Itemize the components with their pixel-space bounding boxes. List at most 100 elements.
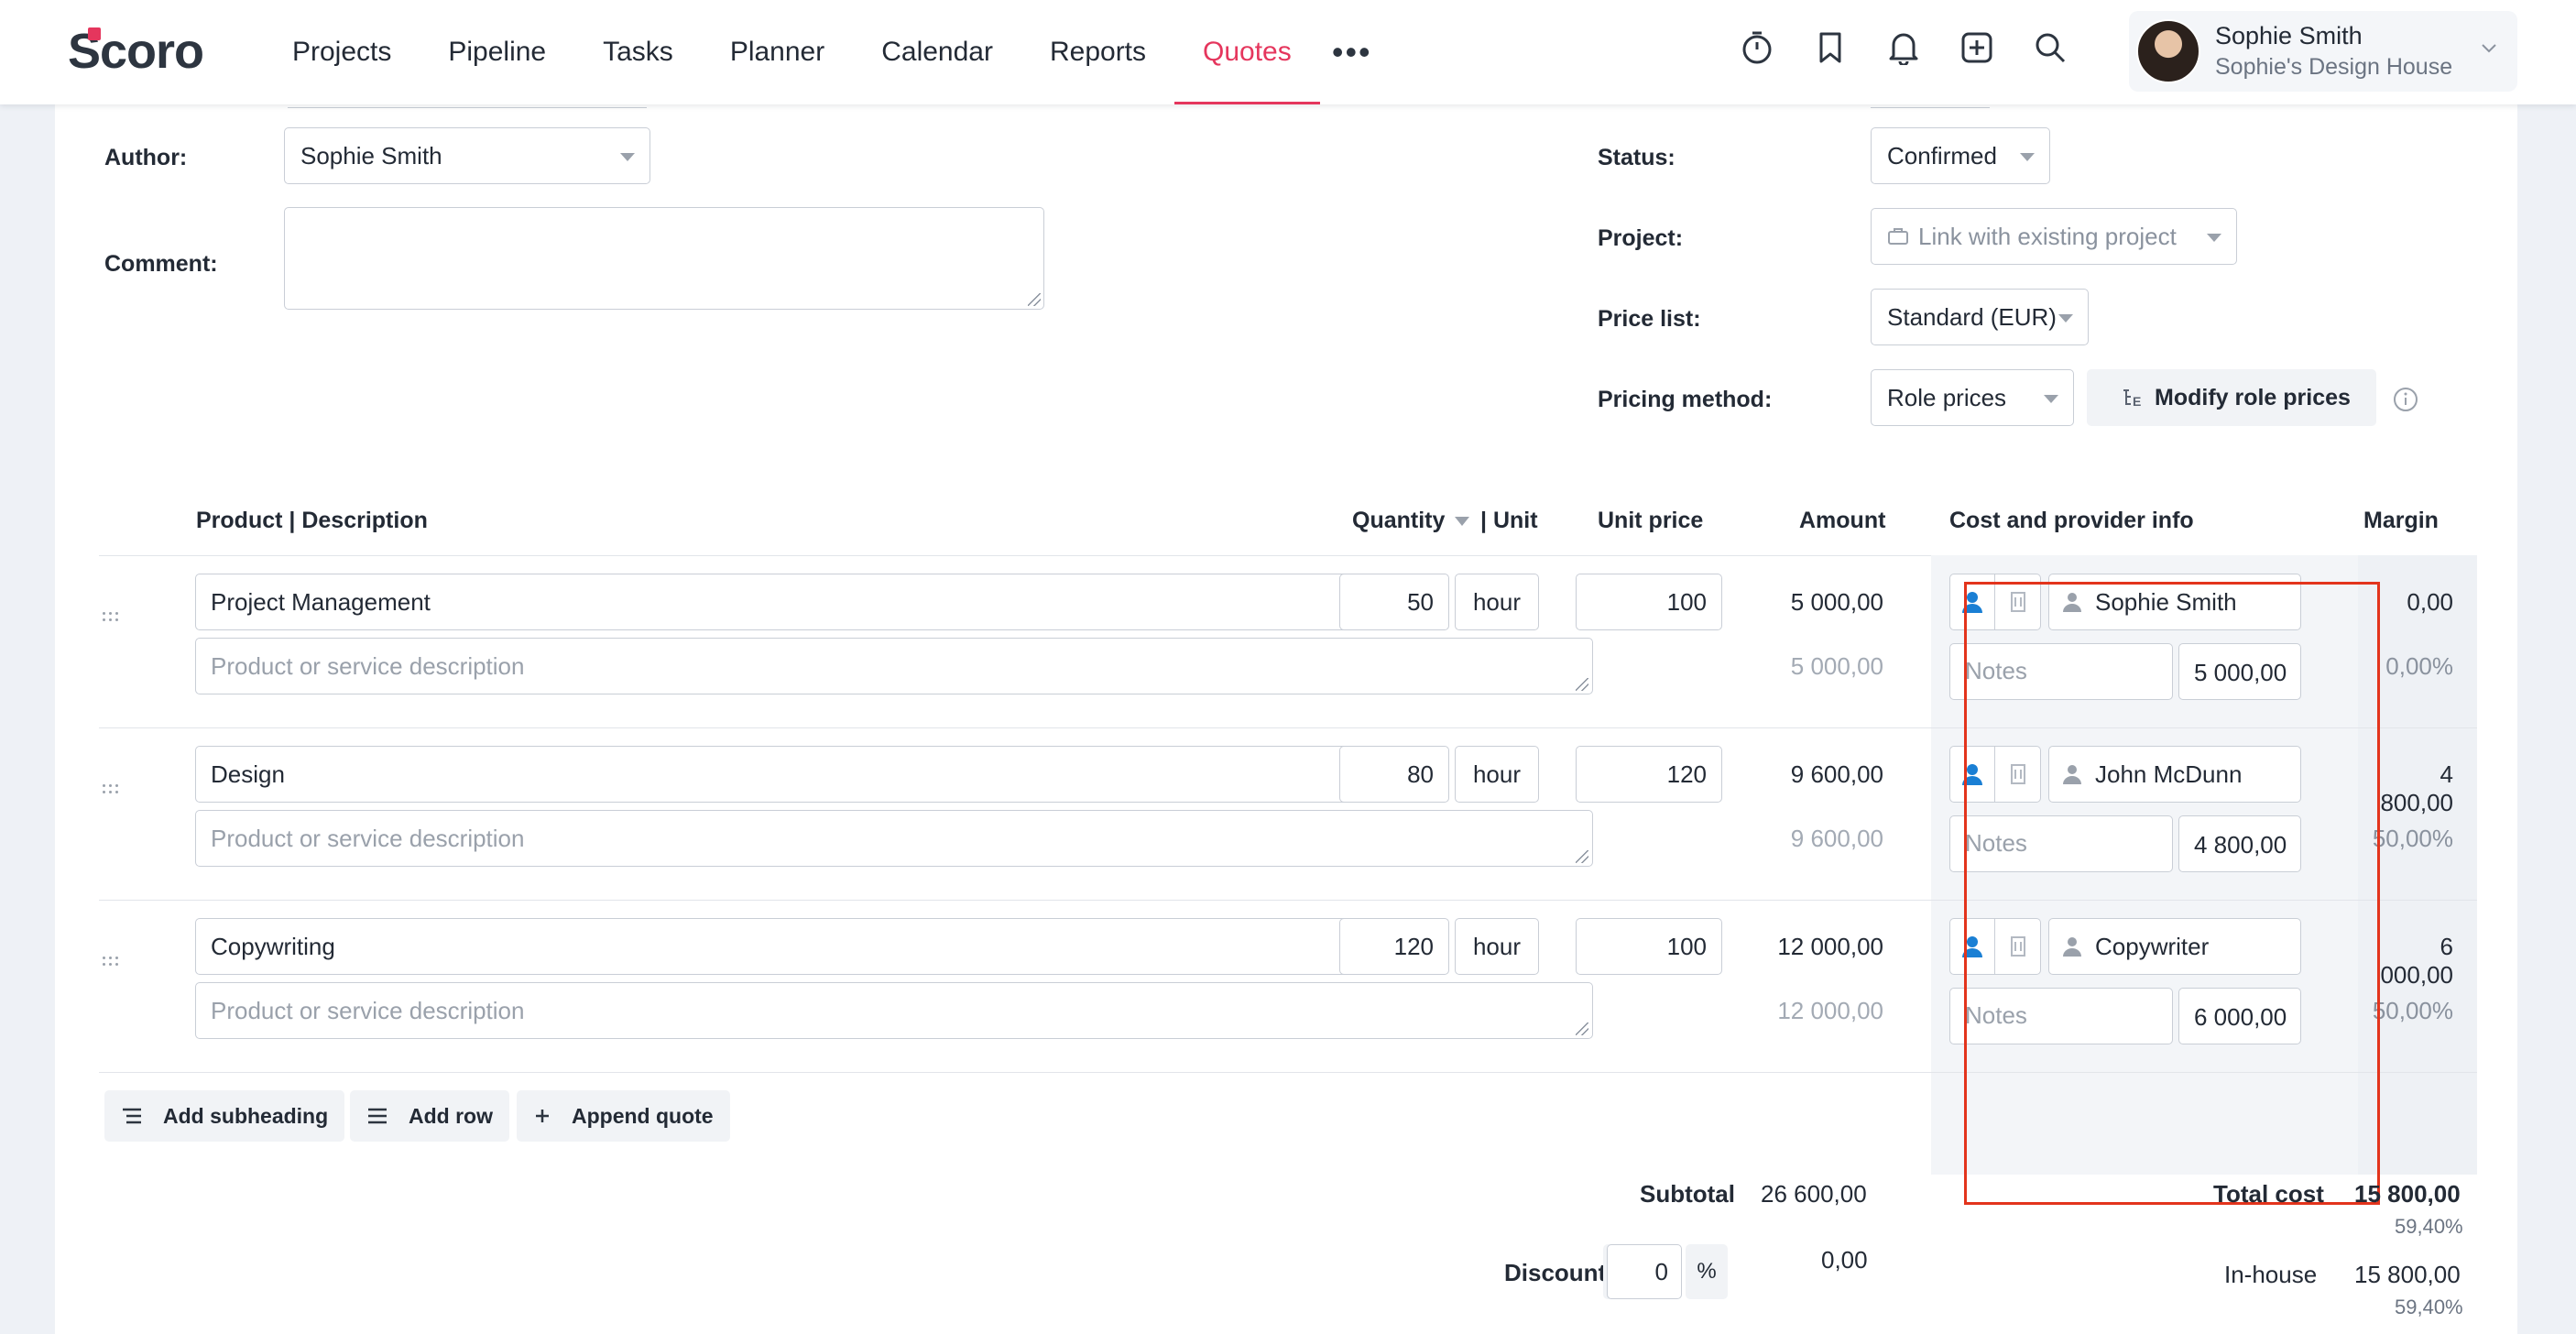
product-input[interactable]: Design <box>195 746 1388 803</box>
timer-icon[interactable] <box>1737 27 1777 68</box>
project-label: Project: <box>1598 225 1684 251</box>
append-quote-button[interactable]: Append quote <box>517 1090 730 1142</box>
project-placeholder: Link with existing project <box>1918 222 2177 250</box>
drag-handle-icon[interactable] <box>103 957 121 969</box>
discount-input[interactable]: 0 <box>1607 1244 1682 1299</box>
caret-down-icon <box>620 153 635 161</box>
scoro-logo[interactable]: Scoro <box>68 24 204 79</box>
quantity-input[interactable]: 120 <box>1339 918 1449 975</box>
provider-input[interactable]: John McDunn <box>2048 746 2301 803</box>
divider <box>99 555 1931 556</box>
nav-quotes[interactable]: Quotes <box>1174 0 1320 104</box>
unit-price-input[interactable]: 120 <box>1576 746 1722 803</box>
caret-down-icon <box>2058 314 2073 323</box>
notes-input[interactable]: Notes <box>1949 815 2173 872</box>
subtotal-value: 26 600,00 <box>1761 1180 1867 1208</box>
bookmark-icon[interactable] <box>1810 27 1850 68</box>
drag-handle-icon[interactable] <box>103 784 121 797</box>
company-provider-icon[interactable] <box>1995 746 2041 803</box>
quote-card: Author: Sophie Smith Comment: Status: Co… <box>55 104 2517 1334</box>
company-provider-icon[interactable] <box>1995 918 2041 975</box>
search-icon[interactable] <box>2030 27 2070 68</box>
top-navigation-bar: Scoro Projects Pipeline Tasks Planner Ca… <box>0 0 2576 104</box>
amount-value: 9 600,00 <box>1790 760 1883 788</box>
total-cost-percent: 59,40% <box>2395 1215 2463 1238</box>
unit-input[interactable]: hour <box>1455 574 1539 630</box>
pricing-method-label: Pricing method: <box>1598 387 1773 412</box>
add-subheading-button[interactable]: Add subheading <box>104 1090 345 1142</box>
amount-sub-value: 9 600,00 <box>1790 825 1883 852</box>
quantity-input[interactable]: 50 <box>1339 574 1449 630</box>
unit-price-input[interactable]: 100 <box>1576 574 1722 630</box>
status-select[interactable]: Confirmed <box>1871 127 2050 184</box>
project-select[interactable]: Link with existing project <box>1871 208 2237 265</box>
description-input[interactable]: Product or service description <box>195 638 1593 694</box>
cost-input[interactable]: 4 800,00 <box>2178 815 2301 872</box>
info-icon[interactable] <box>2393 387 2418 412</box>
user-menu[interactable]: Sophie Smith Sophie's Design House <box>2129 11 2517 92</box>
modify-role-prices-button[interactable]: E Modify role prices <box>2087 369 2376 426</box>
bell-icon[interactable] <box>1883 27 1924 68</box>
author-label: Author: <box>104 145 188 170</box>
add-icon[interactable] <box>1957 27 1997 68</box>
author-select[interactable]: Sophie Smith <box>284 127 650 184</box>
provider-input[interactable]: Sophie Smith <box>2048 574 2301 630</box>
caret-down-icon <box>2044 395 2058 403</box>
margin-percent: 50,00% <box>2372 825 2453 852</box>
plus-icon <box>533 1107 551 1125</box>
product-input[interactable]: Copywriting <box>195 918 1388 975</box>
product-input[interactable]: Project Management <box>195 574 1388 630</box>
col-quantity[interactable]: Quantity <box>1352 508 1445 534</box>
resize-grip-icon[interactable] <box>1576 1022 1588 1035</box>
sort-caret-icon[interactable] <box>1455 517 1469 526</box>
person-role-icon[interactable] <box>1949 574 1995 630</box>
nav-planner[interactable]: Planner <box>702 0 853 104</box>
nav-pipeline[interactable]: Pipeline <box>420 0 574 104</box>
col-unit: | Unit <box>1480 508 1538 533</box>
notes-input[interactable]: Notes <box>1949 643 2173 700</box>
margin-percent: 50,00% <box>2372 997 2453 1024</box>
user-icon <box>2062 935 2082 957</box>
unit-input[interactable]: hour <box>1455 918 1539 975</box>
add-row-label: Add row <box>409 1103 493 1128</box>
discount-unit-toggle[interactable]: % <box>1686 1244 1728 1299</box>
resize-grip-icon[interactable] <box>1576 850 1588 863</box>
comment-label: Comment: <box>104 251 218 277</box>
col-unit-price: Unit price <box>1598 508 1704 533</box>
comment-textarea[interactable] <box>284 207 1044 310</box>
person-role-icon[interactable] <box>1949 918 1995 975</box>
cost-input[interactable]: 6 000,00 <box>2178 988 2301 1044</box>
subtotal-label: Subtotal <box>1640 1180 1735 1208</box>
provider-input[interactable]: Copywriter <box>2048 918 2301 975</box>
add-row-button[interactable]: Add row <box>350 1090 509 1142</box>
unit-price-input[interactable]: 100 <box>1576 918 1722 975</box>
unit-input[interactable]: hour <box>1455 746 1539 803</box>
subheading-icon <box>121 1107 143 1125</box>
user-icon <box>2062 763 2082 785</box>
drag-handle-icon[interactable] <box>103 612 121 625</box>
nav-projects[interactable]: Projects <box>264 0 420 104</box>
discount-amount: 0,00 <box>1821 1246 1868 1274</box>
total-cost-label: Total cost <box>2213 1180 2324 1208</box>
description-input[interactable]: Product or service description <box>195 810 1593 867</box>
nav-reports[interactable]: Reports <box>1021 0 1174 104</box>
cost-input[interactable]: 5 000,00 <box>2178 643 2301 700</box>
resize-grip-icon[interactable] <box>1576 678 1588 691</box>
pricing-method-value: Role prices <box>1887 383 2007 411</box>
margin-percent: 0,00% <box>2385 652 2453 680</box>
nav-more-button[interactable]: ••• <box>1320 0 1384 104</box>
resize-grip-icon[interactable] <box>1028 293 1041 306</box>
rows-icon <box>366 1107 388 1125</box>
description-input[interactable]: Product or service description <box>195 982 1593 1039</box>
pricelist-select[interactable]: Standard (EUR) <box>1871 289 2089 345</box>
margin-value: 6 000,00 <box>2380 933 2453 989</box>
company-provider-icon[interactable] <box>1995 574 2041 630</box>
nav-calendar[interactable]: Calendar <box>853 0 1021 104</box>
quantity-input[interactable]: 80 <box>1339 746 1449 803</box>
pricing-method-select[interactable]: Role prices <box>1871 369 2074 426</box>
amount-sub-value: 12 000,00 <box>1777 997 1883 1024</box>
user-icon <box>2062 591 2082 613</box>
person-role-icon[interactable] <box>1949 746 1995 803</box>
notes-input[interactable]: Notes <box>1949 988 2173 1044</box>
nav-tasks[interactable]: Tasks <box>574 0 702 104</box>
